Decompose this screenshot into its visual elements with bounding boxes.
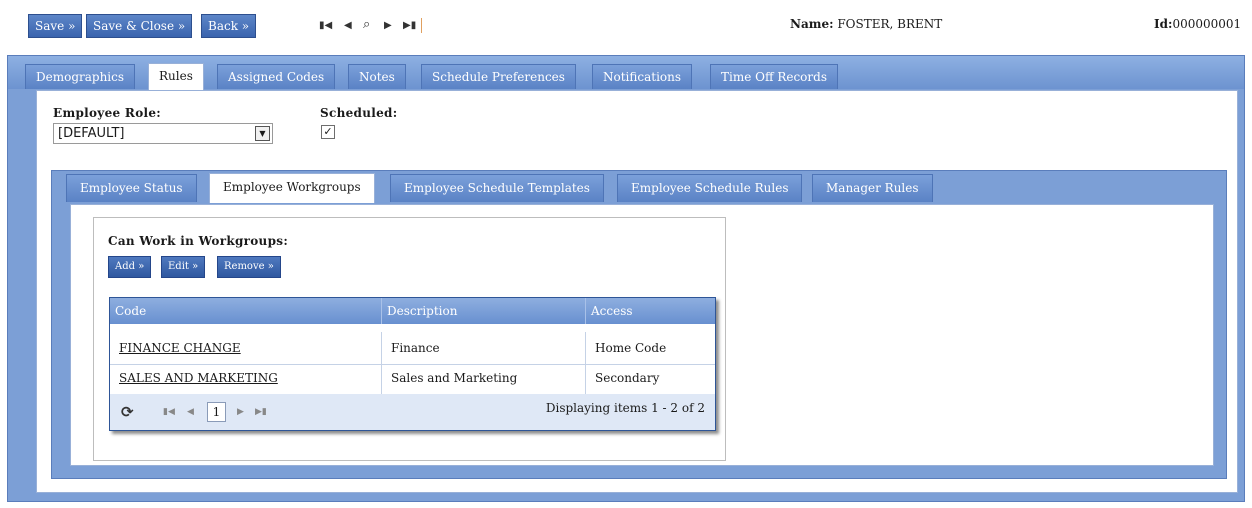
save-and-close-button[interactable]: Save & Close » <box>86 14 193 38</box>
next-record-icon[interactable]: ▶ <box>384 20 392 31</box>
tab-notes[interactable]: Notes <box>348 64 406 89</box>
remove-workgroup-button[interactable]: Remove » <box>217 256 281 278</box>
employee-role-label: Employee Role: <box>53 106 162 120</box>
column-header-access[interactable]: Access <box>586 298 715 324</box>
workgroup-description: Sales and Marketing <box>382 362 586 394</box>
employee-role-select[interactable]: [DEFAULT] ▼ <box>53 123 273 144</box>
page-number-input[interactable]: 1 <box>207 402 226 422</box>
workgroups-grid: Code Description Access FINANCE CHANGE F… <box>109 297 716 431</box>
table-row[interactable]: FINANCE CHANGE Finance Home Code <box>110 332 715 365</box>
back-button[interactable]: Back » <box>201 14 257 38</box>
prev-page-icon[interactable]: ◀ <box>187 407 194 417</box>
workgroup-access: Home Code <box>595 341 667 355</box>
scheduled-checkbox[interactable]: ✓ <box>321 125 335 139</box>
first-record-icon[interactable]: ▮◀ <box>319 20 332 31</box>
next-page-icon[interactable]: ▶ <box>237 407 244 417</box>
scheduled-label: Scheduled: <box>320 106 398 120</box>
grid-pager: ⟳ ▮◀ ◀ 1 ▶ ▶▮ Displaying items 1 - 2 of … <box>110 394 715 430</box>
tab-manager-rules[interactable]: Manager Rules <box>812 174 933 202</box>
search-icon[interactable]: ⌕ <box>363 17 370 32</box>
edit-workgroup-button[interactable]: Edit » <box>161 256 206 278</box>
tab-demographics[interactable]: Demographics <box>25 64 136 89</box>
tab-notifications[interactable]: Notifications <box>592 64 693 89</box>
toolbar-divider <box>421 18 422 33</box>
employee-name: Name: FOSTER, BRENT <box>790 17 943 31</box>
employee-id: Id:000000001 <box>1154 17 1242 31</box>
last-page-icon[interactable]: ▶▮ <box>255 407 267 417</box>
workgroup-code-link[interactable]: SALES AND MARKETING <box>110 362 382 394</box>
refresh-icon[interactable]: ⟳ <box>121 403 134 421</box>
pager-status: Displaying items 1 - 2 of 2 <box>545 401 705 415</box>
save-button[interactable]: Save » <box>28 14 83 38</box>
prev-record-icon[interactable]: ◀ <box>344 20 352 31</box>
tab-employee-status[interactable]: Employee Status <box>66 174 197 202</box>
last-record-icon[interactable]: ▶▮ <box>403 20 416 31</box>
table-row[interactable]: SALES AND MARKETING Sales and Marketing … <box>110 362 715 395</box>
tab-rules[interactable]: Rules <box>148 63 204 90</box>
column-header-description[interactable]: Description <box>382 298 586 324</box>
first-page-icon[interactable]: ▮◀ <box>163 407 175 417</box>
dropdown-arrow-icon[interactable]: ▼ <box>255 126 270 141</box>
employee-role-value: [DEFAULT] <box>58 126 125 141</box>
workgroup-description: Finance <box>382 332 586 364</box>
tab-employee-workgroups[interactable]: Employee Workgroups <box>209 173 375 203</box>
workgroups-title: Can Work in Workgroups: <box>108 234 289 248</box>
column-header-code[interactable]: Code <box>110 298 382 324</box>
workgroup-access: Secondary <box>595 371 660 385</box>
tab-assigned-codes[interactable]: Assigned Codes <box>217 64 336 89</box>
workgroup-code-link[interactable]: FINANCE CHANGE <box>110 332 382 364</box>
tab-schedule-preferences[interactable]: Schedule Preferences <box>421 64 576 89</box>
tab-time-off-records[interactable]: Time Off Records <box>710 64 838 89</box>
add-workgroup-button[interactable]: Add » <box>108 256 152 278</box>
tab-employee-schedule-rules[interactable]: Employee Schedule Rules <box>617 174 803 202</box>
grid-header: Code Description Access <box>110 298 715 324</box>
tab-employee-schedule-templates[interactable]: Employee Schedule Templates <box>390 174 604 202</box>
